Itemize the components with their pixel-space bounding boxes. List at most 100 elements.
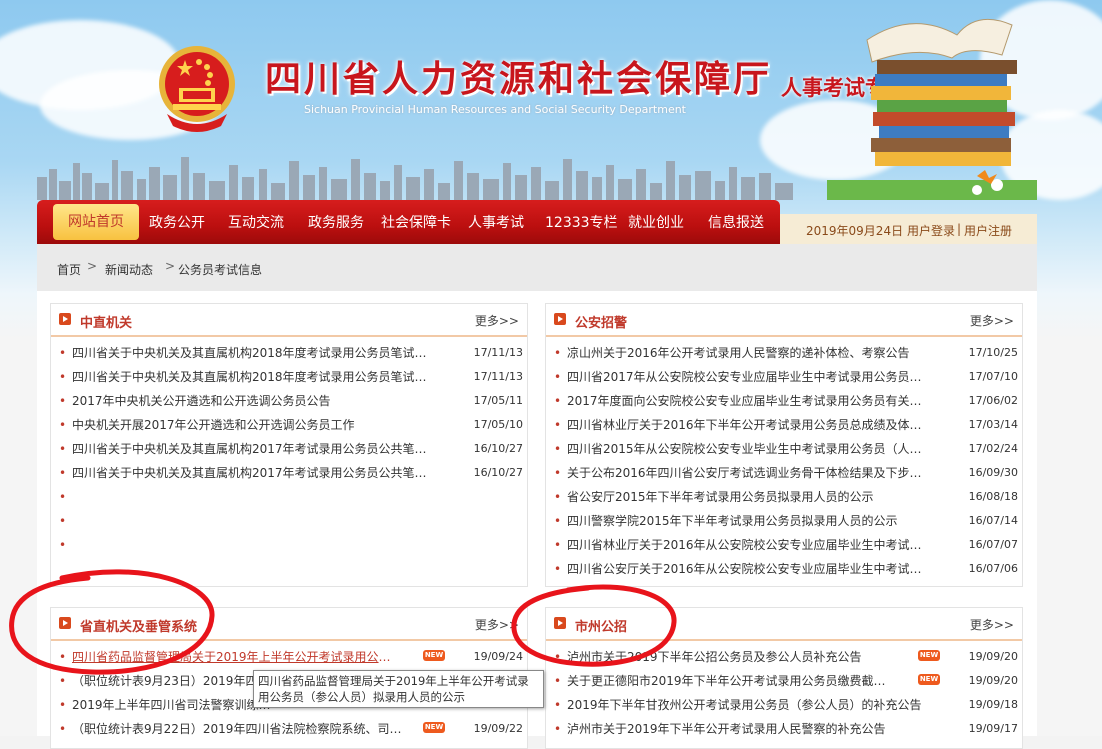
list-item[interactable]: • 泸州市关于2019下半年公招公务员及参公人员补充公告 NEW 19/09/20 [546, 645, 1022, 669]
register-link[interactable]: 用户注册 [964, 222, 1012, 239]
bullet: • [554, 698, 562, 712]
item-title[interactable]: 关于更正德阳市2019年下半年公开考试录用公务员缴费截止时间… [567, 669, 897, 693]
bullet: • [59, 538, 67, 552]
list-item[interactable]: • 四川省药品监督管理局关于2019年上半年公开考试录用公务员（… NEW 19/09… [51, 645, 527, 669]
item-title[interactable]: 四川省关于中央机关及其直属机构2018年度考试录用公务员笔试… [72, 365, 442, 389]
item-title[interactable]: 2017年度面向公安院校公安专业应届毕业生考试录用公务员有关… [567, 389, 937, 413]
breadcrumb-home[interactable]: 首页 [57, 261, 81, 278]
nav-item-interaction[interactable]: 互动交流 [228, 212, 284, 232]
list-item[interactable]: • 中央机关开展2017年公开遴选和公开选调公务员工作 17/05/10 [51, 413, 527, 437]
list-item[interactable]: • 2017年中央机关公开遴选和公开选调公务员公告 17/05/11 [51, 389, 527, 413]
item-title[interactable]: 四川省林业厅关于2016年从公安院校公安专业应届毕业生中考试… [567, 533, 937, 557]
breadcrumb-current: 公务员考试信息 [178, 263, 263, 277]
bullet: • [554, 722, 562, 736]
list-item[interactable]: • 四川省林业厅关于2016年从公安院校公安专业应届毕业生中考试… 16/07/07 [546, 533, 1022, 557]
list-item[interactable]: • 四川省林业厅关于2016年下半年公开考试录用公务员总成绩及体… 17/03/14 [546, 413, 1022, 437]
panel-header: 省直机关及垂管系统 更多>> [51, 608, 527, 641]
item-date: 17/05/10 [473, 418, 523, 431]
new-badge: NEW [423, 650, 445, 661]
nav-item-social-security-card[interactable]: 社会保障卡 [381, 212, 451, 232]
nav-item-employment[interactable]: 就业创业 [628, 212, 684, 232]
bullet: • [554, 538, 562, 552]
books-icon [827, 18, 1037, 200]
bullet: • [554, 490, 562, 504]
item-title[interactable]: 省公安厅2015年下半年考试录用公务员拟录用人员的公示 [567, 485, 937, 509]
bullet: • [554, 394, 562, 408]
breadcrumb-news[interactable]: 新闻动态 [105, 261, 153, 278]
more-link[interactable]: 更多>> [475, 616, 519, 633]
panel-header: 公安招警 更多>> [546, 304, 1022, 337]
item-title[interactable]: 泸州市关于2019下半年公招公务员及参公人员补充公告 [567, 645, 937, 669]
list-item[interactable]: • 关于更正德阳市2019年下半年公开考试录用公务员缴费截止时间… NEW 19/09… [546, 669, 1022, 693]
nav-item-government-affairs[interactable]: 政务公开 [149, 212, 205, 232]
item-date: 17/11/13 [473, 370, 523, 383]
item-title[interactable]: 四川警察学院2015年下半年考试录用公务员拟录用人员的公示 [567, 509, 937, 533]
nav-item-12333[interactable]: 12333专栏 [545, 212, 618, 232]
list-item[interactable]: • 泸州市关于2019年下半年公开考试录用人民警察的补充公告 19/09/17 [546, 717, 1022, 741]
panel-city-recruitment: 市州公招 更多>> • 泸州市关于2019下半年公招公务员及参公人员补充公告 NEW… [545, 607, 1023, 749]
arrow-icon [59, 313, 71, 325]
item-title[interactable]: 2017年中央机关公开遴选和公开选调公务员公告 [72, 389, 442, 413]
bullet: • [59, 490, 67, 504]
panel-title: 公安招警 [575, 316, 628, 331]
list-item[interactable]: • 四川省关于中央机关及其直属机构2017年考试录用公务员公共笔… 16/10/27 [51, 461, 527, 485]
breadcrumb-separator: > [87, 259, 98, 273]
empty-list-item: • [51, 533, 527, 557]
new-badge: NEW [423, 722, 445, 733]
more-link[interactable]: 更多>> [970, 616, 1014, 633]
current-date: 2019年09月24日 [806, 224, 904, 238]
item-date: 17/07/10 [968, 370, 1018, 383]
item-title[interactable]: （职位统计表9月22日）2019年四川省法院检察院系统、司法机… [72, 717, 402, 741]
item-date: 19/09/20 [968, 674, 1018, 687]
list-item[interactable]: • 四川省关于中央机关及其直属机构2018年度考试录用公务员笔试… 17/11/13 [51, 365, 527, 389]
panel-police-recruitment: 公安招警 更多>> • 凉山州关于2016年公开考试录用人民警察的递补体检、考察公… [545, 303, 1023, 587]
list-item[interactable]: • 四川省公安厅关于2016年从公安院校公安专业应届毕业生中考试… 16/07/06 [546, 557, 1022, 581]
item-title[interactable]: 四川省林业厅关于2016年下半年公开考试录用公务员总成绩及体… [567, 413, 937, 437]
item-title[interactable]: 四川省关于中央机关及其直属机构2017年考试录用公务员公共笔… [72, 461, 442, 485]
item-title[interactable]: 关于公布2016年四川省公安厅考试选调业务骨干体检结果及下步… [567, 461, 937, 485]
item-title[interactable]: 四川省药品监督管理局关于2019年上半年公开考试录用公务员（… [72, 645, 402, 669]
item-date: 17/11/13 [473, 346, 523, 359]
item-date: 19/09/22 [473, 722, 523, 735]
nav-item-info-submit[interactable]: 信息报送 [708, 212, 764, 232]
item-date: 17/02/24 [968, 442, 1018, 455]
list-item[interactable]: • （职位统计表9月22日）2019年四川省法院检察院系统、司法机… NEW 19/0… [51, 717, 527, 741]
national-emblem-icon [159, 46, 235, 132]
item-title[interactable]: 四川省2017年从公安院校公安专业应届毕业生中考试录用公务员… [567, 365, 937, 389]
list-item[interactable]: • 凉山州关于2016年公开考试录用人民警察的递补体检、考察公告 17/10/25 [546, 341, 1022, 365]
list-item[interactable]: • 省公安厅2015年下半年考试录用公务员拟录用人员的公示 16/08/18 [546, 485, 1022, 509]
nav-bar: 网站首页 政务公开 互动交流 政务服务 社会保障卡 人事考试 12333专栏 就… [37, 200, 780, 244]
nav-item-services[interactable]: 政务服务 [308, 212, 364, 232]
nav-item-personnel-exam[interactable]: 人事考试 [468, 212, 524, 232]
site-title: 四川省人力资源和社会保障厅 [265, 59, 773, 100]
list-item[interactable]: • 2017年度面向公安院校公安专业应届毕业生考试录用公务员有关… 17/06/02 [546, 389, 1022, 413]
nav-item-home[interactable]: 网站首页 [53, 204, 139, 240]
more-link[interactable]: 更多>> [475, 312, 519, 329]
bullet: • [554, 650, 562, 664]
item-title[interactable]: 四川省公安厅关于2016年从公安院校公安专业应届毕业生中考试… [567, 557, 937, 581]
bullet: • [59, 370, 67, 384]
item-title[interactable]: 泸州市关于2019年下半年公开考试录用人民警察的补充公告 [567, 717, 937, 741]
item-date: 17/05/11 [473, 394, 523, 407]
empty-list-item: • [51, 509, 527, 533]
list-item[interactable]: • 四川省2017年从公安院校公安专业应届毕业生中考试录用公务员… 17/07/10 [546, 365, 1022, 389]
site-subtitle: Sichuan Provincial Human Resources and S… [304, 103, 686, 116]
item-title[interactable]: 中央机关开展2017年公开遴选和公开选调公务员工作 [72, 413, 442, 437]
item-title[interactable]: 四川省关于中央机关及其直属机构2017年考试录用公务员公共笔… [72, 437, 442, 461]
bullet: • [59, 418, 67, 432]
item-date: 16/07/14 [968, 514, 1018, 527]
login-link[interactable]: 用户登录 [907, 222, 955, 239]
more-link[interactable]: 更多>> [970, 312, 1014, 329]
item-title[interactable]: 四川省关于中央机关及其直属机构2018年度考试录用公务员笔试… [72, 341, 442, 365]
list-item[interactable]: • 四川省2015年从公安院校公安专业毕业生中考试录用公务员（人… 17/02/24 [546, 437, 1022, 461]
item-title[interactable]: 凉山州关于2016年公开考试录用人民警察的递补体检、考察公告 [567, 341, 937, 365]
list-item[interactable]: • 关于公布2016年四川省公安厅考试选调业务骨干体检结果及下步… 16/09/30 [546, 461, 1022, 485]
list-item[interactable]: • 四川警察学院2015年下半年考试录用公务员拟录用人员的公示 16/07/14 [546, 509, 1022, 533]
item-date: 17/10/25 [968, 346, 1018, 359]
item-title[interactable]: 2019年下半年甘孜州公开考试录用公务员（参公人员）的补充公告 [567, 693, 937, 717]
list-item[interactable]: • 四川省关于中央机关及其直属机构2017年考试录用公务员公共笔… 16/10/27 [51, 437, 527, 461]
bullet: • [59, 346, 67, 360]
item-title[interactable]: 四川省2015年从公安院校公安专业毕业生中考试录用公务员（人… [567, 437, 937, 461]
list-item[interactable]: • 2019年下半年甘孜州公开考试录用公务员（参公人员）的补充公告 19/09/18 [546, 693, 1022, 717]
list-item[interactable]: • 四川省关于中央机关及其直属机构2018年度考试录用公务员笔试… 17/11/13 [51, 341, 527, 365]
